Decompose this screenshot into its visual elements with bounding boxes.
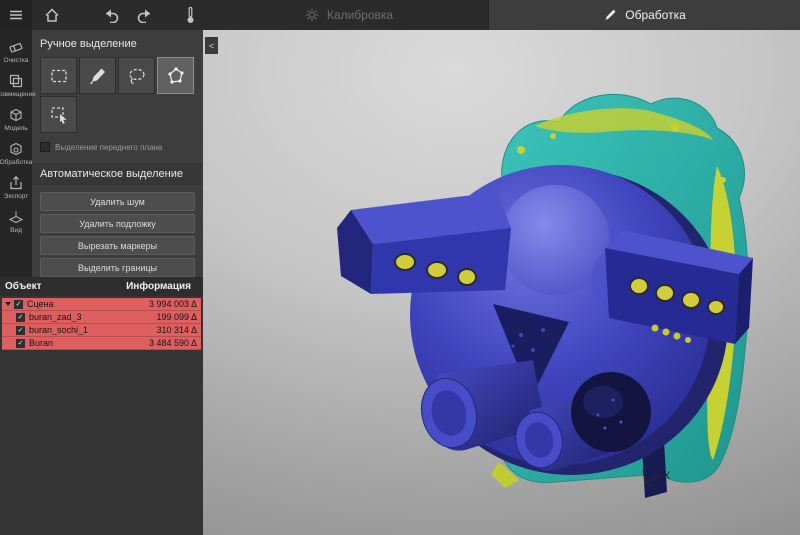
sidebar-label: Обработка (0, 159, 32, 166)
object-row-scan[interactable]: buran_sochi_1 310 314 Δ (2, 324, 201, 337)
left-marker-box (337, 192, 511, 294)
object-name: Buran (29, 338, 149, 348)
eraser-icon (8, 39, 24, 55)
toolbar-icon-group (0, 0, 210, 30)
foreground-checkbox[interactable] (40, 142, 50, 152)
mode-sidebar: Очистка Совмещение Модель Обработка (0, 30, 32, 277)
sidebar-item-alignment[interactable]: Совмещение (0, 68, 32, 102)
view-plane-icon (8, 209, 24, 225)
pencil-icon (603, 8, 617, 22)
export-icon (8, 175, 24, 191)
sidebar-item-export[interactable]: Экспорт (0, 170, 32, 204)
manual-selection-title: Ручное выделение (40, 38, 195, 50)
tab-processing-label: Обработка (625, 8, 686, 22)
sidebar-label: Очистка (4, 57, 29, 64)
auto-selection-title: Автоматическое выделение (32, 163, 203, 185)
object-row-scan[interactable]: Buran 3 484 590 Δ (2, 337, 201, 350)
manual-tool-row (40, 57, 195, 94)
hamburger-icon (8, 7, 24, 23)
rect-cursor-icon (49, 105, 69, 125)
cut-markers-button[interactable]: Вырезать маркеры (40, 236, 195, 255)
undo-button[interactable] (98, 0, 124, 30)
sidebar-item-model[interactable]: Модель (0, 102, 32, 136)
thermometer-button[interactable] (182, 0, 199, 30)
remove-base-button[interactable]: Удалить подложку (40, 214, 195, 233)
object-column-header: Объект (5, 281, 42, 292)
object-list-section: Объект Информация Сцена 3 994 003 Δ bura… (0, 277, 203, 535)
redo-button[interactable] (132, 0, 158, 30)
object-triangle-count: 3 994 003 Δ (149, 299, 197, 309)
select-borders-button[interactable]: Выделить границы (40, 258, 195, 277)
sidebar-item-view[interactable]: Вид (0, 204, 32, 238)
object-row-scan[interactable]: buran_zad_3 199 099 Δ (2, 311, 201, 324)
left-column: Очистка Совмещение Модель Обработка (0, 30, 203, 535)
polygon-icon (166, 66, 186, 86)
viewport-3d[interactable]: < (203, 30, 800, 535)
sidebar-item-processing[interactable]: Обработка (0, 136, 32, 170)
object-name: buran_sochi_1 (29, 325, 156, 335)
sidebar-label: Модель (4, 125, 27, 132)
object-triangle-count: 310 314 Δ (156, 325, 197, 335)
row-checkbox[interactable] (16, 326, 25, 335)
tab-calibration[interactable]: Калибровка (210, 0, 488, 30)
panel-collapse-button[interactable]: < (205, 37, 218, 54)
row-checkbox[interactable] (16, 313, 25, 322)
sidebar-label: Вид (10, 227, 22, 234)
object-rows: Сцена 3 994 003 Δ buran_zad_3 199 099 Δ … (0, 296, 203, 350)
scanned-model-render: X (203, 30, 800, 535)
polygon-select-tool[interactable] (157, 57, 194, 94)
redo-icon (136, 7, 154, 23)
auto-selection-buttons: Удалить шум Удалить подложку Вырезать ма… (40, 192, 195, 277)
tab-processing[interactable]: Обработка (488, 0, 800, 30)
lasso-icon (127, 66, 147, 86)
selection-panel: Ручное выделение (32, 30, 203, 277)
row-checkbox[interactable] (16, 339, 25, 348)
menu-button[interactable] (0, 0, 32, 30)
object-name: buran_zad_3 (29, 312, 156, 322)
cube-icon (8, 107, 24, 123)
top-toolbar: Калибровка Обработка (0, 0, 800, 30)
rect-select-tool[interactable] (40, 57, 77, 94)
undo-icon (102, 7, 120, 23)
expand-arrow-icon[interactable] (5, 302, 11, 306)
sidebar-label: Совмещение (0, 91, 36, 98)
through-select-tool[interactable] (40, 96, 77, 133)
info-column-header: Информация (126, 281, 191, 292)
object-name: Сцена (27, 299, 149, 309)
sidebar-item-cleanup[interactable]: Очистка (0, 34, 32, 68)
home-button[interactable] (40, 0, 64, 30)
lasso-select-tool[interactable] (118, 57, 155, 94)
object-triangle-count: 199 099 Δ (156, 312, 197, 322)
home-icon (44, 7, 60, 23)
marquee-icon (49, 66, 69, 86)
cube-gear-icon (8, 141, 24, 157)
overlap-squares-icon (8, 73, 24, 89)
row-checkbox[interactable] (14, 300, 23, 309)
main-area: Очистка Совмещение Модель Обработка (0, 30, 800, 535)
foreground-selection-toggle[interactable]: Выделение переднего плана (40, 142, 195, 152)
foreground-checkbox-label: Выделение переднего плана (55, 143, 162, 152)
brush-select-tool[interactable] (79, 57, 116, 94)
remove-noise-button[interactable]: Удалить шум (40, 192, 195, 211)
object-triangle-count: 3 484 590 Δ (149, 338, 197, 348)
object-list-header: Объект Информация (0, 277, 203, 296)
object-row-scene[interactable]: Сцена 3 994 003 Δ (2, 298, 201, 311)
gear-icon (305, 8, 319, 22)
manual-tool-row-2 (40, 96, 195, 133)
brush-icon (88, 66, 108, 86)
axis-x-label: X (663, 470, 671, 482)
app-window: Калибровка Обработка Очистка Совмещение (0, 0, 800, 535)
thermometer-icon (186, 6, 195, 24)
tab-calibration-label: Калибровка (327, 8, 393, 22)
sidebar-label: Экспорт (4, 193, 28, 200)
